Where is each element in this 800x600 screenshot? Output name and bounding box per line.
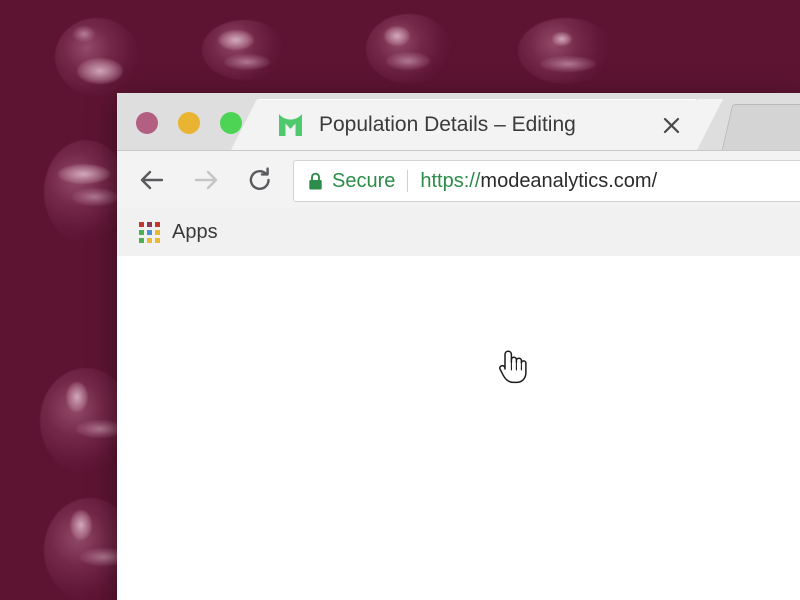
browser-tab-title: Population Details – Editing — [319, 113, 576, 136]
wallpaper-blob — [366, 14, 452, 84]
wallpaper-blob — [55, 18, 139, 96]
apps-grid-cell — [147, 221, 152, 227]
omnibox-separator — [407, 170, 409, 192]
apps-grid-cell — [147, 237, 152, 243]
window-close-button[interactable] — [136, 112, 158, 134]
lock-icon — [308, 172, 323, 191]
apps-grid-cell — [139, 237, 144, 243]
tab-close-icon[interactable] — [657, 111, 685, 139]
url-scheme: https:// — [420, 169, 481, 192]
bookmarks-bar: Apps — [117, 208, 800, 259]
security-status-label: Secure — [332, 169, 396, 192]
apps-grid-cell — [139, 221, 144, 227]
wallpaper-blob — [44, 140, 128, 244]
bookmark-label-apps: Apps — [172, 220, 218, 243]
window-minimize-button[interactable] — [178, 112, 200, 134]
forward-arrow-icon[interactable] — [187, 161, 225, 199]
wallpaper-blob — [202, 20, 286, 80]
apps-grid-cell — [147, 229, 152, 235]
address-bar[interactable]: Secure https://modeanalytics.com/ — [293, 160, 800, 202]
apps-grid-cell — [155, 237, 160, 243]
apps-grid-icon — [139, 221, 160, 243]
window-controls — [136, 112, 242, 134]
page-content-area[interactable] — [117, 256, 800, 600]
bookmark-item-apps[interactable]: Apps — [131, 215, 226, 249]
url-text: https://modeanalytics.com/ — [420, 170, 657, 193]
reload-icon[interactable] — [241, 161, 279, 199]
url-host-path: modeanalytics.com/ — [480, 169, 658, 192]
apps-grid-cell — [139, 229, 144, 235]
browser-tab-active[interactable]: Population Details – Editing — [231, 99, 723, 150]
desktop-background: Population Details – Editing Secure http… — [0, 0, 800, 600]
back-arrow-icon[interactable] — [133, 161, 171, 199]
apps-grid-cell — [155, 221, 160, 227]
apps-grid-cell — [155, 229, 160, 235]
wallpaper-blob — [518, 18, 614, 84]
browser-window: Population Details – Editing Secure http… — [117, 93, 800, 600]
browser-tab-inactive[interactable] — [721, 104, 800, 150]
mode-analytics-m-icon — [277, 112, 304, 138]
navigation-toolbar: Secure https://modeanalytics.com/ — [117, 151, 800, 208]
tab-strip: Population Details – Editing — [117, 93, 800, 151]
